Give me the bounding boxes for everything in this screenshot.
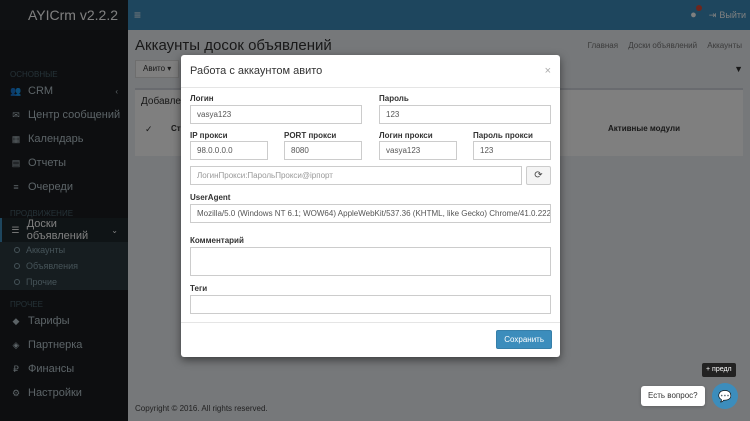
save-button[interactable]: Сохранить bbox=[496, 330, 552, 349]
proxy-port-input[interactable]: 8080 bbox=[284, 141, 362, 160]
modal-footer: Сохранить bbox=[181, 322, 560, 357]
proxy-password-input[interactable]: 123 bbox=[473, 141, 551, 160]
proxy-ip-input[interactable]: 98.0.0.0.0 bbox=[190, 141, 268, 160]
comment-textarea[interactable] bbox=[190, 247, 551, 276]
comment-label: Комментарий bbox=[190, 236, 244, 245]
refresh-button[interactable]: ⟳ bbox=[526, 166, 551, 185]
refresh-icon: ⟳ bbox=[534, 170, 542, 181]
chat-button[interactable]: 💬 bbox=[712, 383, 738, 409]
proxy-login-input[interactable]: vasya123 bbox=[379, 141, 457, 160]
proxy-string-input[interactable]: ЛогинПрокси:ПарольПрокси@ipпорт bbox=[190, 166, 522, 185]
proxy-ip-label: IP прокси bbox=[190, 131, 228, 140]
tags-label: Теги bbox=[190, 284, 207, 293]
password-input[interactable]: 123 bbox=[379, 105, 551, 124]
account-modal: Работа с аккаунтом авито × Логин vasya12… bbox=[181, 55, 560, 357]
login-input[interactable]: vasya123 bbox=[190, 105, 362, 124]
close-icon[interactable]: × bbox=[545, 65, 551, 77]
tags-input[interactable] bbox=[190, 295, 551, 314]
modal-header: Работа с аккаунтом авито × bbox=[181, 55, 560, 88]
modal-title: Работа с аккаунтом авито bbox=[190, 65, 322, 77]
proxy-login-label: Логин прокси bbox=[379, 131, 433, 140]
password-label: Пароль bbox=[379, 94, 409, 103]
login-label: Логин bbox=[190, 94, 214, 103]
proxy-port-label: PORT прокси bbox=[284, 131, 336, 140]
useragent-input[interactable]: Mozilla/5.0 (Windows NT 6.1; WOW64) Appl… bbox=[190, 204, 551, 223]
useragent-label: UserAgent bbox=[190, 193, 230, 202]
chat-ask-label[interactable]: Есть вопрос? bbox=[641, 386, 705, 406]
chat-offer-tag[interactable]: + предл bbox=[702, 363, 736, 377]
chat-icon: 💬 bbox=[718, 390, 732, 403]
proxy-password-label: Пароль прокси bbox=[473, 131, 533, 140]
